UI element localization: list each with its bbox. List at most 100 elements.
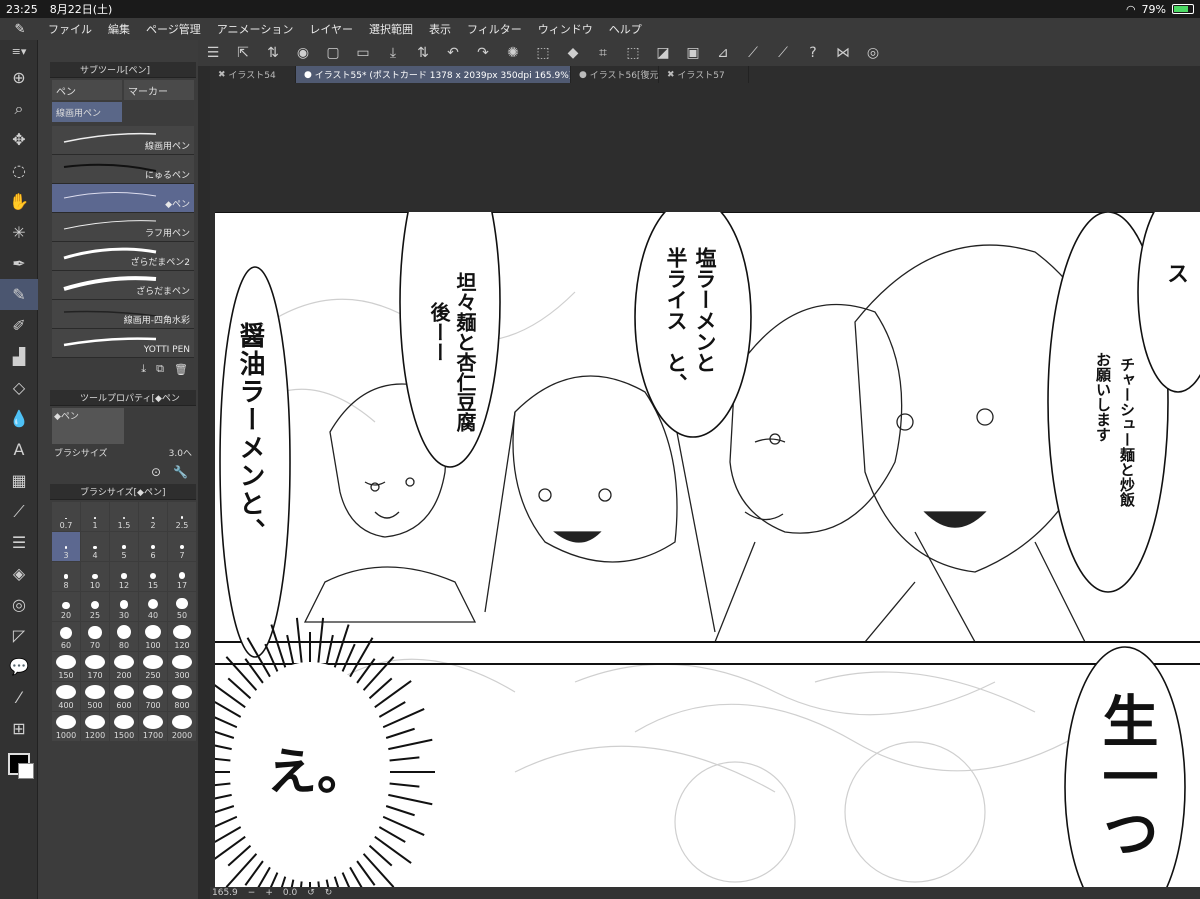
deselect-icon[interactable]: ⬚ — [618, 45, 648, 61]
eraser-icon[interactable]: ◇ — [0, 372, 38, 403]
brush-item[interactable]: 線画用ペン — [52, 126, 194, 155]
wrench-icon[interactable]: 🔧 — [173, 465, 188, 479]
brush-size-option[interactable]: 8 — [52, 562, 80, 591]
menu-view[interactable]: 表示 — [421, 21, 459, 37]
brush-size-option[interactable]: 170 — [81, 652, 109, 681]
app-logo-icon[interactable]: ✎ — [0, 22, 40, 37]
airbrush-icon[interactable]: ▟ — [0, 341, 38, 372]
menu-window[interactable]: ウィンドウ — [530, 21, 601, 37]
rotate-right-icon[interactable]: ↻ — [325, 888, 333, 898]
brush-size-option[interactable]: 7 — [168, 532, 196, 561]
brush-size-option[interactable]: 800 — [168, 682, 196, 711]
doc-tab-active[interactable]: ● イラスト55* (ポストカード 1378 x 2039px 350dpi 1… — [296, 66, 571, 83]
loading-icon[interactable]: ✺ — [498, 45, 528, 61]
brush-size-option[interactable]: 1500 — [110, 712, 138, 741]
brush-size-option[interactable]: 5 — [110, 532, 138, 561]
tab-pen[interactable]: ペン — [52, 80, 122, 100]
brush-size-option[interactable]: 1 — [81, 502, 109, 531]
brush-size-option[interactable]: 6 — [139, 532, 167, 561]
zoom-out-icon[interactable]: − — [248, 888, 256, 898]
brush-size-option[interactable]: 40 — [139, 592, 167, 621]
menu-page[interactable]: ページ管理 — [138, 21, 209, 37]
record-icon[interactable]: ◉ — [288, 45, 318, 61]
brush-size-option[interactable]: 4 — [81, 532, 109, 561]
brush-size-option[interactable]: 1.5 — [110, 502, 138, 531]
brush-size-option[interactable]: 30 — [110, 592, 138, 621]
brush-size-option[interactable]: 120 — [168, 622, 196, 651]
clear-icon[interactable]: ⬚ — [528, 45, 558, 61]
menu-edit[interactable]: 編集 — [100, 21, 138, 37]
brush-size-option[interactable]: 500 — [81, 682, 109, 711]
canvas-area[interactable]: 醤油ラーメンと、 坦々麺と杏仁豆腐 後ーー 塩ラーメンと 半ライス と、 チャー… — [210, 83, 1200, 887]
manga-page[interactable]: 醤油ラーメンと、 坦々麺と杏仁豆腐 後ーー 塩ラーメンと 半ライス と、 チャー… — [215, 212, 1200, 887]
menu-animation[interactable]: アニメーション — [209, 21, 302, 37]
brush-group[interactable]: 線画用ペン — [52, 102, 122, 122]
brush-size-option[interactable]: 600 — [110, 682, 138, 711]
fill-bucket-icon[interactable]: ◆ — [558, 45, 588, 61]
text-tool-icon[interactable]: A — [0, 434, 38, 465]
brush-size-option[interactable]: 1700 — [139, 712, 167, 741]
settings-icon[interactable]: ⊙ — [151, 465, 161, 479]
gradient-icon[interactable]: ▦ — [0, 465, 38, 496]
menu-selection[interactable]: 選択範囲 — [361, 21, 421, 37]
zoom-tool-icon[interactable]: ⊕ — [0, 62, 38, 93]
balloon-icon[interactable]: 💬 — [0, 651, 38, 682]
brush-icon[interactable]: ⟋ — [738, 45, 768, 61]
new-file-icon[interactable]: ▢ — [318, 45, 348, 61]
save-icon[interactable]: ⤓ — [378, 45, 408, 61]
brush-item[interactable]: 線画用-四角水彩 — [52, 300, 194, 329]
ruler-tool-icon[interactable]: ⊿ — [708, 45, 738, 61]
brush-size-option[interactable]: 80 — [110, 622, 138, 651]
color-swatch-icon[interactable] — [0, 744, 38, 784]
brush-size-option[interactable]: 10 — [81, 562, 109, 591]
sort-icon[interactable]: ⇅ — [258, 45, 288, 61]
brush-item[interactable]: にゅるペン — [52, 155, 194, 184]
sort-icon-2[interactable]: ⇅ — [408, 45, 438, 61]
brush-size-option[interactable]: 25 — [81, 592, 109, 621]
brush-size-option[interactable]: 1200 — [81, 712, 109, 741]
lasso-fill-icon[interactable]: ◎ — [0, 589, 38, 620]
move-tool-icon[interactable]: ✥ — [0, 124, 38, 155]
undo-icon[interactable]: ↶ — [438, 45, 468, 61]
invert-icon[interactable]: ◪ — [648, 45, 678, 61]
brush-size-option[interactable]: 250 — [139, 652, 167, 681]
zoom-in-icon[interactable]: + — [265, 888, 273, 898]
companion-icon[interactable]: ◎ — [858, 45, 888, 61]
brush-size-option[interactable]: 150 — [52, 652, 80, 681]
brush-size-value[interactable]: 3.0へ — [169, 446, 192, 459]
doc-tab[interactable]: ✖ イラスト57 — [659, 66, 749, 83]
brush-size-option[interactable]: 200 — [110, 652, 138, 681]
auto-select-icon[interactable]: ✳ — [0, 217, 38, 248]
brush-size-option[interactable]: 70 — [81, 622, 109, 651]
brush-size-option[interactable]: 60 — [52, 622, 80, 651]
brush-size-option[interactable]: 3 — [52, 532, 80, 561]
import-icon[interactable]: ⤓ — [141, 362, 146, 376]
menu-icon[interactable]: ☰ — [198, 45, 228, 61]
transform-icon[interactable]: ⇱ — [228, 45, 258, 61]
pen-line-icon[interactable]: ⟋ — [768, 45, 798, 61]
brush-size-option[interactable]: 20 — [52, 592, 80, 621]
brush-size-option[interactable]: 17 — [168, 562, 196, 591]
brush-item-selected[interactable]: ◆ペン — [52, 184, 194, 213]
brush-size-option[interactable]: 300 — [168, 652, 196, 681]
blend-icon[interactable]: 💧 — [0, 403, 38, 434]
brush-size-option[interactable]: 400 — [52, 682, 80, 711]
brush-size-option[interactable]: 2.5 — [168, 502, 196, 531]
menu-help[interactable]: ヘルプ — [601, 21, 650, 37]
menu-file[interactable]: ファイル — [40, 21, 100, 37]
brush-size-option[interactable]: 15 — [139, 562, 167, 591]
menu-layer[interactable]: レイヤー — [301, 21, 361, 37]
tab-marker[interactable]: マーカー — [124, 80, 194, 100]
hand-icon[interactable]: ✋ — [0, 186, 38, 217]
brush-item[interactable]: ラフ用ペン — [52, 213, 194, 242]
palette-menu-icon[interactable]: ≡▾ — [0, 40, 38, 62]
angle-value[interactable]: 0.0 — [283, 888, 297, 898]
figure-icon[interactable]: ◸ — [0, 620, 38, 651]
brush-size-option[interactable]: 700 — [139, 682, 167, 711]
crop-icon[interactable]: ⌗ — [588, 45, 618, 61]
brush-size-option[interactable]: 12 — [110, 562, 138, 591]
menu-filter[interactable]: フィルター — [459, 21, 530, 37]
help-icon[interactable]: ? — [798, 45, 828, 61]
brush-size-option[interactable]: 0.7 — [52, 502, 80, 531]
brush-size-option[interactable]: 2000 — [168, 712, 196, 741]
